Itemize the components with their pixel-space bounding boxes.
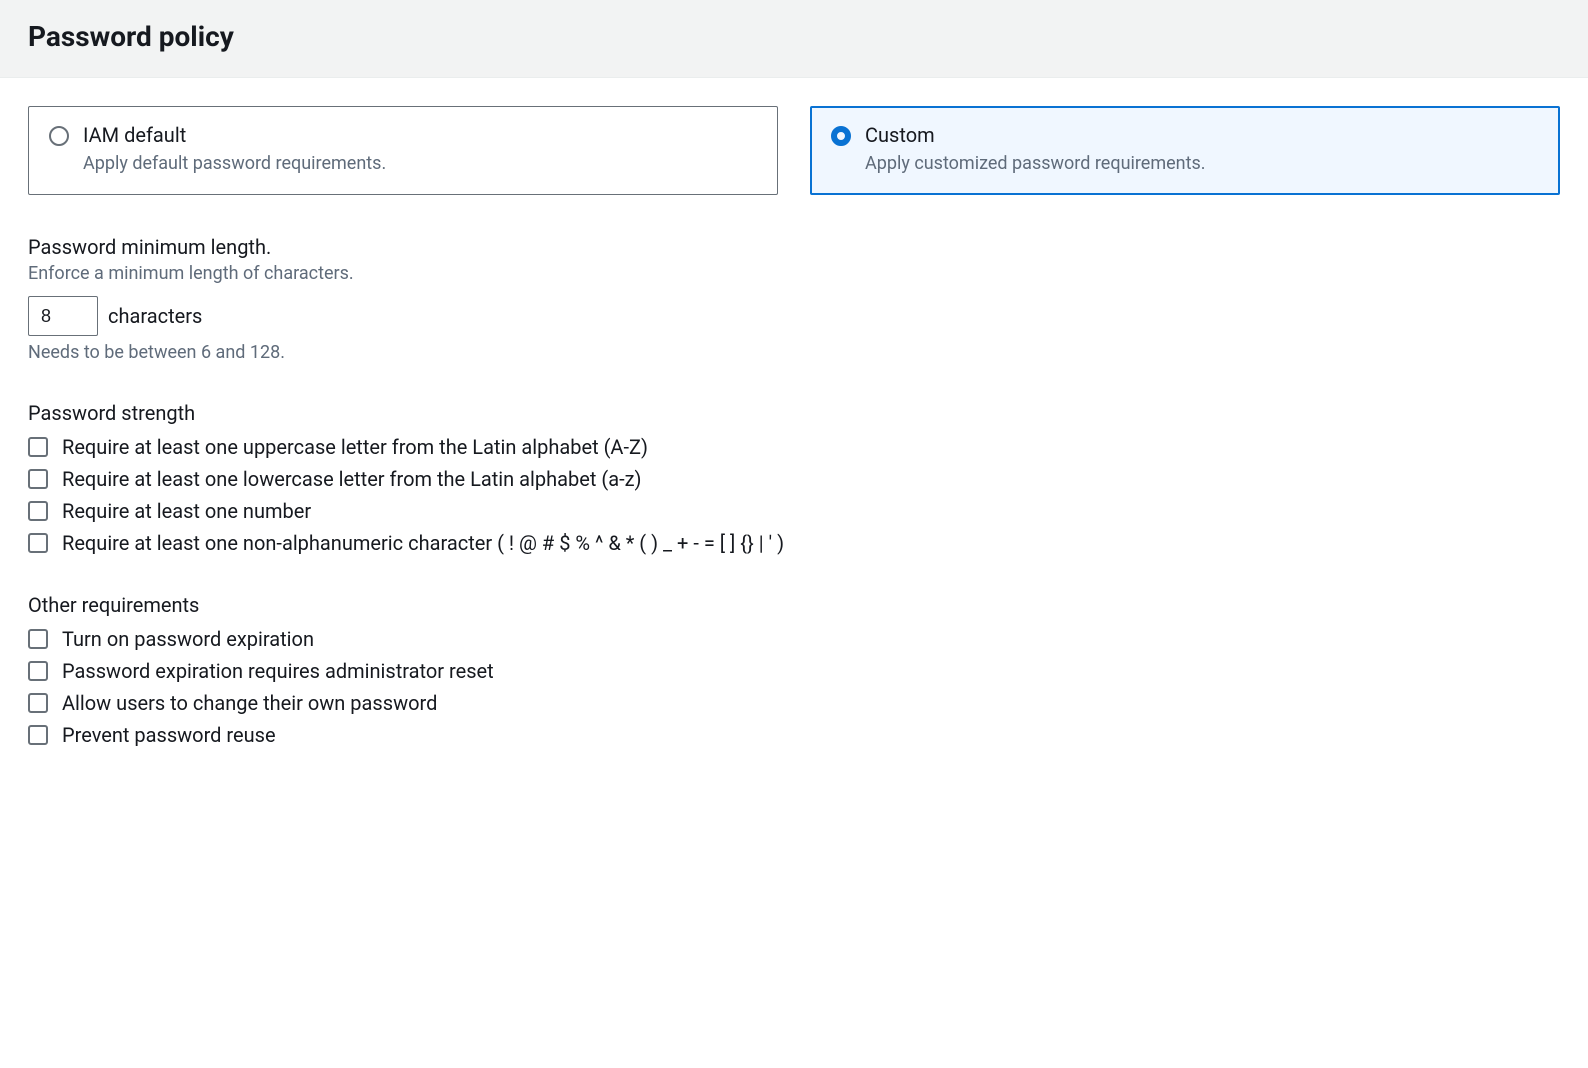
checkbox-label: Require at least one non-alphanumeric ch… bbox=[62, 531, 784, 555]
checkbox-uppercase[interactable]: Require at least one uppercase letter fr… bbox=[28, 435, 1560, 459]
checkbox-icon bbox=[28, 629, 48, 649]
checkbox-icon bbox=[28, 533, 48, 553]
password-strength-section: Password strength Require at least one u… bbox=[28, 401, 1560, 555]
radio-card-custom[interactable]: Custom Apply customized password require… bbox=[810, 106, 1560, 195]
checkbox-icon bbox=[28, 437, 48, 457]
checkbox-label: Require at least one number bbox=[62, 499, 311, 523]
checkbox-label: Allow users to change their own password bbox=[62, 691, 437, 715]
radio-icon bbox=[49, 126, 69, 146]
checkbox-icon bbox=[28, 661, 48, 681]
checkbox-lowercase[interactable]: Require at least one lowercase letter fr… bbox=[28, 467, 1560, 491]
checkbox-expiration[interactable]: Turn on password expiration bbox=[28, 627, 1560, 651]
radio-title-custom: Custom bbox=[865, 123, 1206, 147]
checkbox-prevent-reuse[interactable]: Prevent password reuse bbox=[28, 723, 1560, 747]
checkbox-icon bbox=[28, 501, 48, 521]
other-requirements-section: Other requirements Turn on password expi… bbox=[28, 593, 1560, 747]
checkbox-special-char[interactable]: Require at least one non-alphanumeric ch… bbox=[28, 531, 1560, 555]
password-strength-title: Password strength bbox=[28, 401, 1560, 425]
checkbox-label: Prevent password reuse bbox=[62, 723, 276, 747]
other-requirements-title: Other requirements bbox=[28, 593, 1560, 617]
checkbox-admin-reset[interactable]: Password expiration requires administrat… bbox=[28, 659, 1560, 683]
min-length-title: Password minimum length. bbox=[28, 235, 1560, 259]
policy-type-group: IAM default Apply default password requi… bbox=[28, 106, 1560, 195]
checkbox-number[interactable]: Require at least one number bbox=[28, 499, 1560, 523]
other-requirements-list: Turn on password expiration Password exp… bbox=[28, 627, 1560, 747]
min-length-unit: characters bbox=[108, 304, 202, 328]
min-length-hint: Needs to be between 6 and 128. bbox=[28, 342, 1560, 363]
min-length-desc: Enforce a minimum length of characters. bbox=[28, 263, 1560, 284]
checkbox-icon bbox=[28, 725, 48, 745]
checkbox-icon bbox=[28, 693, 48, 713]
checkbox-label: Turn on password expiration bbox=[62, 627, 314, 651]
radio-title-iam-default: IAM default bbox=[83, 123, 386, 147]
radio-desc-custom: Apply customized password requirements. bbox=[865, 153, 1206, 174]
checkbox-label: Require at least one lowercase letter fr… bbox=[62, 467, 642, 491]
page-title: Password policy bbox=[28, 20, 1560, 53]
page-header: Password policy bbox=[0, 0, 1588, 78]
radio-icon bbox=[831, 126, 851, 146]
checkbox-icon bbox=[28, 469, 48, 489]
min-length-section: Password minimum length. Enforce a minim… bbox=[28, 235, 1560, 363]
radio-desc-iam-default: Apply default password requirements. bbox=[83, 153, 386, 174]
checkbox-label: Password expiration requires administrat… bbox=[62, 659, 494, 683]
min-length-input[interactable] bbox=[28, 296, 98, 336]
radio-card-iam-default[interactable]: IAM default Apply default password requi… bbox=[28, 106, 778, 195]
content-area: IAM default Apply default password requi… bbox=[0, 78, 1588, 787]
checkbox-user-change[interactable]: Allow users to change their own password bbox=[28, 691, 1560, 715]
password-strength-list: Require at least one uppercase letter fr… bbox=[28, 435, 1560, 555]
checkbox-label: Require at least one uppercase letter fr… bbox=[62, 435, 648, 459]
